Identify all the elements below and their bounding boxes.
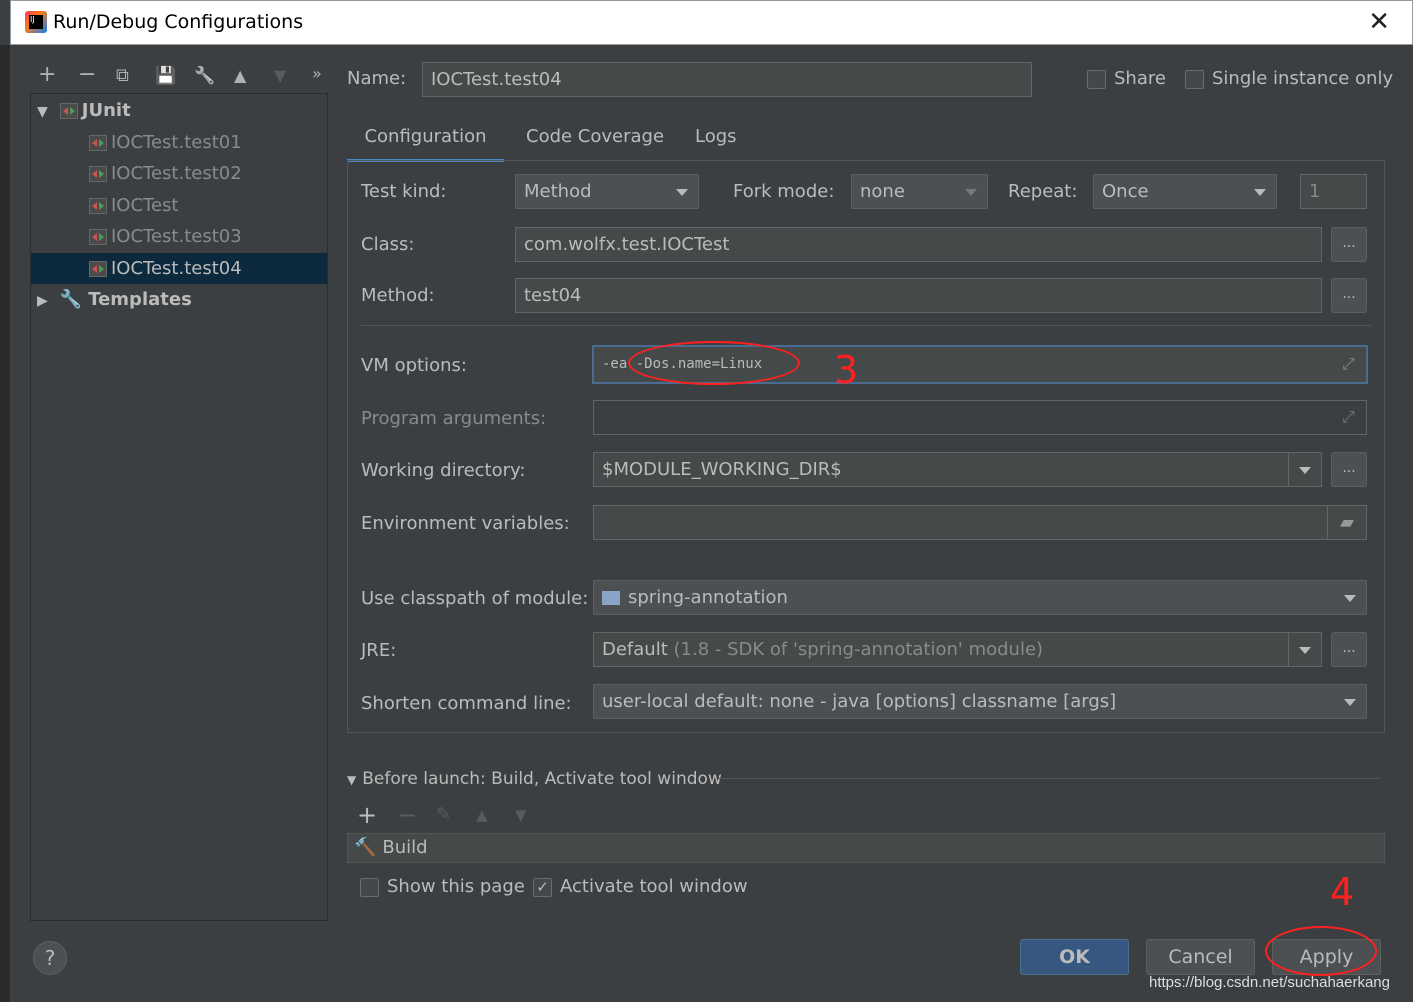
annotation-ellipse — [628, 341, 800, 385]
tab-configuration[interactable]: Configuration — [347, 126, 504, 162]
watermark: https://blog.csdn.net/suchahaerkang — [1149, 974, 1390, 991]
repeat-label: Repeat: — [1008, 181, 1078, 202]
wrench-icon[interactable]: 🔧 — [194, 66, 215, 86]
annotation-ellipse — [1265, 926, 1377, 976]
program-arguments-input[interactable] — [593, 400, 1367, 435]
remove-icon[interactable]: − — [78, 62, 96, 87]
tree-node-junit[interactable]: ▼ JUnit — [31, 95, 327, 126]
hammer-icon: 🔨 — [354, 837, 377, 858]
program-arguments-label: Program arguments: — [361, 408, 547, 429]
working-directory-input[interactable]: $MODULE_WORKING_DIR$ — [593, 452, 1322, 487]
junit-icon — [89, 198, 107, 214]
annotation-step-4: 4 — [1330, 870, 1355, 914]
environment-variables-input[interactable] — [593, 505, 1367, 540]
move-up-icon[interactable]: ▲ — [476, 806, 488, 824]
junit-icon — [89, 261, 107, 277]
class-browse-button[interactable]: ... — [1331, 227, 1367, 262]
test-kind-label: Test kind: — [361, 181, 447, 202]
wrench-icon: 🔧 — [59, 289, 83, 310]
chevron-down-icon — [1344, 595, 1356, 602]
jre-label: JRE: — [361, 640, 397, 661]
fork-mode-label: Fork mode: — [733, 181, 835, 202]
more-icon[interactable]: » — [312, 64, 322, 83]
shorten-command-line-select[interactable]: user-local default: none - java [options… — [593, 684, 1367, 719]
tab-code-coverage[interactable]: Code Coverage — [526, 126, 664, 147]
chevron-down-icon — [1299, 467, 1311, 474]
before-launch-toggle[interactable]: ▼ Before launch: Build, Activate tool win… — [347, 769, 722, 789]
chevron-down-icon — [1344, 699, 1356, 706]
tree-item-selected[interactable]: IOCTest.test04 — [31, 253, 327, 284]
show-page-checkbox[interactable]: Show this page — [360, 876, 525, 897]
repeat-select[interactable]: Once — [1093, 174, 1277, 209]
method-input[interactable]: test04 — [515, 278, 1322, 313]
vm-options-label: VM options: — [361, 355, 467, 376]
annotation-step-3: 3 — [834, 348, 859, 392]
classpath-module-label: Use classpath of module: — [361, 588, 589, 609]
shorten-command-line-label: Shorten command line: — [361, 693, 572, 714]
jre-browse-button[interactable]: ... — [1331, 632, 1367, 667]
activate-tool-window-checkbox[interactable]: ✓ Activate tool window — [533, 876, 748, 897]
expand-icon[interactable]: ⤢ — [1342, 407, 1355, 427]
method-browse-button[interactable]: ... — [1331, 278, 1367, 313]
tab-logs[interactable]: Logs — [695, 126, 737, 147]
tree-item[interactable]: IOCTest.test01 — [31, 127, 327, 158]
repeat-count-input[interactable]: 1 — [1300, 174, 1367, 209]
intellij-logo-icon: IJ — [25, 11, 47, 33]
junit-icon — [89, 135, 107, 151]
working-directory-browse-button[interactable]: ... — [1331, 452, 1367, 487]
config-tree[interactable]: ▼ JUnit IOCTest.test01 IOCTest.test02 IOC… — [30, 93, 328, 921]
name-input[interactable]: IOCTest.test04 — [422, 62, 1032, 97]
move-up-icon[interactable]: ▲ — [234, 66, 246, 85]
background-window — [0, 45, 10, 1002]
cancel-button[interactable]: Cancel — [1146, 939, 1255, 975]
class-input[interactable]: com.wolfx.test.IOCTest — [515, 227, 1322, 262]
share-checkbox[interactable]: Share — [1087, 68, 1166, 89]
tree-item[interactable]: IOCTest.test03 — [31, 221, 327, 252]
fork-mode-select[interactable]: none — [851, 174, 988, 209]
environment-variables-label: Environment variables: — [361, 513, 570, 534]
edit-task-icon[interactable]: ✎ — [436, 804, 451, 825]
junit-icon — [89, 229, 107, 245]
title-bar: IJ Run/Debug Configurations ✕ — [10, 0, 1413, 45]
classpath-module-select[interactable]: spring-annotation — [593, 580, 1367, 615]
save-icon[interactable]: 💾 — [155, 66, 176, 86]
chevron-down-icon — [1299, 647, 1311, 654]
name-label: Name: — [347, 68, 407, 89]
add-icon[interactable]: + — [38, 62, 56, 87]
junit-icon — [89, 166, 107, 182]
divider — [718, 778, 1380, 779]
move-down-icon[interactable]: ▼ — [515, 806, 527, 824]
chevron-down-icon — [965, 189, 977, 196]
working-directory-label: Working directory: — [361, 460, 526, 481]
working-directory-dropdown[interactable] — [1288, 453, 1321, 486]
chevron-down-icon — [676, 189, 688, 196]
jre-dropdown[interactable] — [1288, 633, 1321, 666]
close-button[interactable]: ✕ — [1368, 7, 1390, 37]
tree-node-templates[interactable]: ▶ 🔧 Templates — [31, 284, 327, 315]
divider — [361, 325, 1371, 326]
jre-input[interactable]: Default (1.8 - SDK of 'spring-annotation… — [593, 632, 1322, 667]
junit-icon — [59, 103, 78, 119]
method-label: Method: — [361, 285, 435, 306]
folder-icon[interactable]: ▰ — [1327, 506, 1366, 539]
help-button[interactable]: ? — [33, 941, 67, 975]
test-kind-select[interactable]: Method — [515, 174, 699, 209]
task-list-item[interactable]: 🔨 Build — [347, 833, 1385, 863]
tree-item[interactable]: IOCTest.test02 — [31, 158, 327, 189]
window-title: Run/Debug Configurations — [53, 11, 304, 33]
copy-icon[interactable]: ⧉ — [116, 65, 129, 86]
module-icon — [602, 591, 620, 605]
tree-item[interactable]: IOCTest — [31, 190, 327, 221]
move-down-icon[interactable]: ▼ — [274, 66, 286, 85]
single-instance-checkbox[interactable]: Single instance only — [1185, 68, 1393, 89]
add-task-icon[interactable]: + — [357, 801, 377, 829]
remove-task-icon[interactable]: − — [397, 801, 417, 829]
class-label: Class: — [361, 234, 415, 255]
ok-button[interactable]: OK — [1020, 939, 1129, 975]
expand-icon[interactable]: ⤢ — [1342, 354, 1355, 374]
chevron-down-icon — [1254, 189, 1266, 196]
